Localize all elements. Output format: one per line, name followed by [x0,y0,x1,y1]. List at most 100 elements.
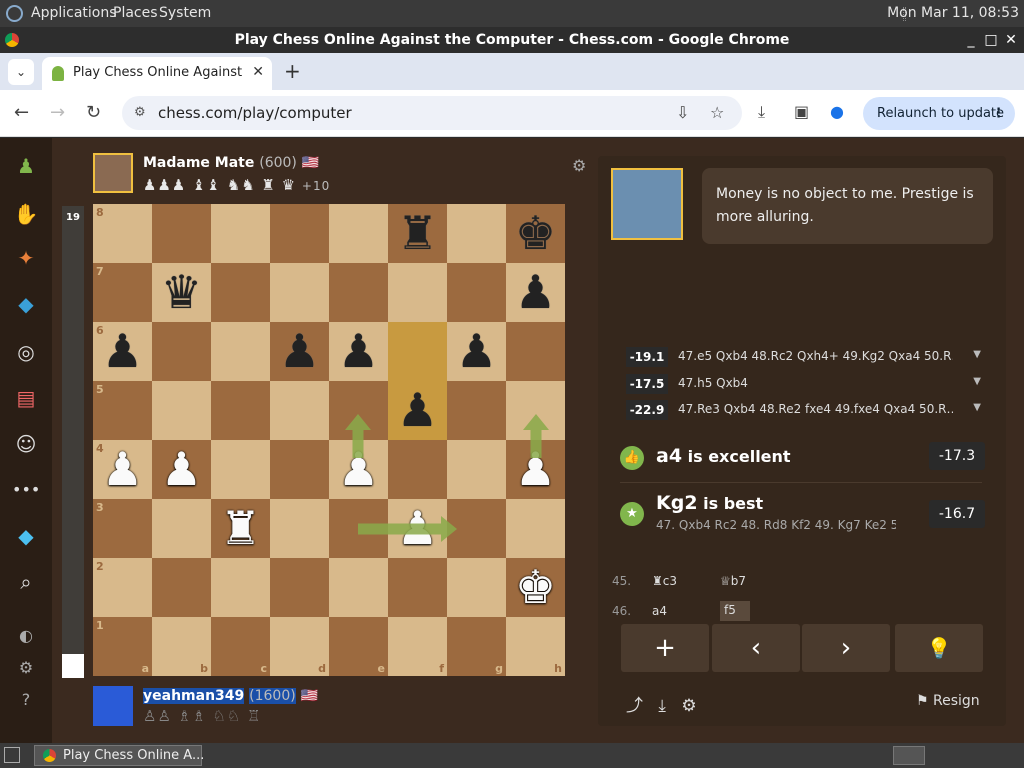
square-h3[interactable] [506,499,565,558]
download-icon[interactable]: ⤓ [658,696,666,716]
engine-line[interactable]: -22.9 47.Re3 Qxb4 48.Re2 fxe4 49.fxe4 Qx… [626,399,981,421]
square-c7[interactable] [211,263,270,322]
site-info-icon[interactable]: ⚙ [134,105,146,120]
clock[interactable]: Mon Mar 11, 08:53 [887,5,1019,21]
more-icon[interactable]: ••• [12,476,40,504]
square-e8[interactable] [329,204,388,263]
engine-line-moves[interactable]: 47.Re3 Qxb4 48.Re2 fxe4 49.fxe4 Qxa4 50.… [678,402,953,416]
resign-button[interactable]: ⚑ Resign [916,693,980,709]
square-g3[interactable] [447,499,506,558]
bookmark-star-icon[interactable]: ☆ [710,103,724,122]
chess-board[interactable]: 8 ♜ ♚ 7 ♛ ♟ 6 ♟ ♟ ♟ ♟ 5 ♟ 4 ♟ ♟ ♟ ♟ 3 ♜ ♟ 2 ♚ 1 a b c d e f g h [93,204,565,676]
puzzle-icon[interactable]: ✦ [12,244,40,272]
square-h6[interactable] [506,322,565,381]
white-pawn-piece[interactable]: ♟ [388,499,447,558]
square-c4[interactable] [211,440,270,499]
downloads-icon[interactable]: ⤓ [758,102,765,122]
board-settings-gear-icon[interactable]: ⚙ [572,156,586,175]
omnibox[interactable]: ⚙ chess.com/play/computer ⇩ ☆ [122,96,742,130]
square-b5[interactable] [152,381,211,440]
settings-gear-icon[interactable]: ⚙ [681,696,696,716]
square-g1[interactable]: g [447,617,506,676]
square-c5[interactable] [211,381,270,440]
new-tab-button[interactable]: + [284,59,301,83]
square-g7[interactable] [447,263,506,322]
close-window-button[interactable]: ✕ [1002,27,1020,53]
square-b2[interactable] [152,558,211,617]
square-a1[interactable]: 1a [93,617,152,676]
pawn-icon[interactable]: ♟ [12,152,40,180]
square-d8[interactable] [270,204,329,263]
square-h5[interactable] [506,381,565,440]
square-e2[interactable] [329,558,388,617]
reload-icon[interactable]: ↻ [86,102,101,123]
square-g2[interactable] [447,558,506,617]
taskbar-chrome-window[interactable]: Play Chess Online A... [34,745,204,766]
current-move[interactable]: f5 [720,601,750,621]
back-arrow-icon[interactable]: ← [14,102,29,123]
square-b1[interactable]: b [152,617,211,676]
settings-icon[interactable]: ⚙ [12,654,40,682]
opponent-name[interactable]: Madame Mate [143,155,254,171]
white-move[interactable]: a4 [652,604,667,618]
help-icon[interactable]: ? [12,686,40,714]
theme-icon[interactable]: ◐ [12,622,40,650]
square-f7[interactable] [388,263,447,322]
square-f1[interactable]: f [388,617,447,676]
square-e1[interactable]: e [329,617,388,676]
side-panel-icon[interactable]: ▣ [794,102,809,121]
square-c1[interactable]: c [211,617,270,676]
black-pawn-piece[interactable]: ♟ [506,263,565,322]
learn-icon[interactable]: ◆ [12,290,40,318]
square-g5[interactable] [447,381,506,440]
hand-icon[interactable]: ✋ [12,200,40,228]
white-move[interactable]: ♜c3 [652,574,677,588]
square-a7[interactable]: 7 [93,263,152,322]
diamond-icon[interactable]: ◆ [12,522,40,550]
white-pawn-piece[interactable]: ♟ [506,440,565,499]
maximize-button[interactable]: □ [982,27,1000,53]
black-king-piece[interactable]: ♚ [506,204,565,263]
install-app-icon[interactable]: ⇩ [676,103,689,122]
white-pawn-piece[interactable]: ♟ [93,440,152,499]
square-b3[interactable] [152,499,211,558]
tab-chess[interactable]: Play Chess Online Against the Computer -… [42,57,272,90]
black-pawn-piece[interactable]: ♟ [93,322,152,381]
url-text[interactable]: chess.com/play/computer [158,104,352,122]
relaunch-button[interactable]: Relaunch to update ⋮ [863,97,1015,130]
chrome-menu-icon[interactable]: ⋮ [992,97,1005,130]
places-menu[interactable]: Places [113,5,158,21]
profile-icon[interactable]: ● [830,102,844,121]
black-pawn-piece[interactable]: ♟ [447,322,506,381]
expand-caret-icon[interactable]: ▼ [973,402,981,413]
hint-button[interactable]: 💡 [895,624,983,672]
black-pawn-piece[interactable]: ♟ [270,322,329,381]
expand-caret-icon[interactable]: ▼ [973,349,981,360]
share-icon[interactable]: ⤴ [626,696,643,716]
square-f2[interactable] [388,558,447,617]
square-b8[interactable] [152,204,211,263]
player-name[interactable]: yeahman349 [143,688,245,704]
square-f4[interactable] [388,440,447,499]
square-g4[interactable] [447,440,506,499]
social-icon[interactable]: ☺ [12,430,40,458]
engine-line[interactable]: -17.5 47.h5 Qxb4 ▼ [626,373,981,395]
engine-line-moves[interactable]: 47.e5 Qxb4 48.Rc2 Qxh4+ 49.Kg2 Qxa4 50.R… [678,349,953,363]
square-h1[interactable]: h [506,617,565,676]
applications-menu[interactable]: Applications [31,5,117,21]
engine-line-moves[interactable]: 47.h5 Qxb4 [678,376,953,390]
square-b6[interactable] [152,322,211,381]
square-d2[interactable] [270,558,329,617]
square-a5[interactable]: 5 [93,381,152,440]
show-desktop-icon[interactable] [4,747,20,763]
square-a2[interactable]: 2 [93,558,152,617]
system-menu[interactable]: System [159,5,211,21]
white-rook-piece[interactable]: ♜ [211,499,270,558]
add-button[interactable]: + [621,624,709,672]
black-pawn-piece[interactable]: ♟ [329,322,388,381]
minimize-button[interactable]: _ [962,27,980,53]
watch-icon[interactable]: ◎ [12,338,40,366]
black-rook-piece[interactable]: ♜ [388,204,447,263]
black-pawn-piece[interactable]: ♟ [388,381,447,440]
os-logo-icon[interactable] [6,5,23,22]
